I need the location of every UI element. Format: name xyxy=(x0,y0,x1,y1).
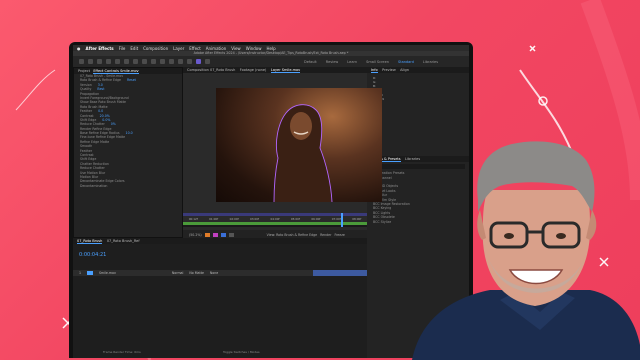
presenter-photo xyxy=(412,141,640,360)
